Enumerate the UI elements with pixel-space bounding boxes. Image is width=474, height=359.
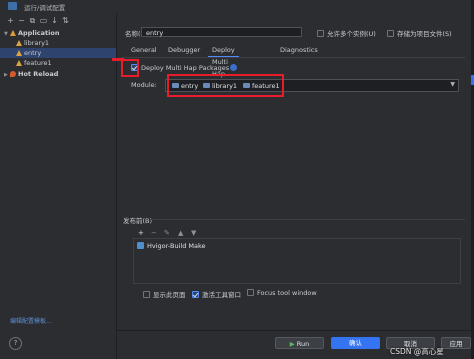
tree-item-entry[interactable]: entry <box>0 48 116 58</box>
save-icon[interactable]: ▭ <box>39 16 48 25</box>
chevron-down-icon[interactable]: ▼ <box>4 29 10 39</box>
sort-icon[interactable]: ⇅ <box>61 16 70 25</box>
module-label: Module: <box>131 81 157 89</box>
tree-item-feature1[interactable]: feature1 <box>16 58 116 68</box>
apply-button[interactable]: 应用 <box>441 337 471 349</box>
edit-icon[interactable]: ✎ <box>164 229 170 238</box>
tab-general[interactable]: General <box>127 44 161 56</box>
move-down-icon[interactable]: ▼ <box>191 229 196 238</box>
checkbox-box[interactable] <box>317 30 324 37</box>
module-icon <box>16 50 22 56</box>
add-icon[interactable]: + <box>6 16 15 25</box>
before-launch-title: 发布前(B) <box>123 217 153 225</box>
tab-divider <box>121 57 465 58</box>
chevron-down-icon[interactable]: ▼ <box>450 81 455 88</box>
before-launch-list: Hvigor-Build Make <box>133 238 461 284</box>
play-icon: ▶ <box>289 340 295 348</box>
harmony-app-icon <box>10 30 16 36</box>
window-title: 运行/调试配置 <box>24 4 66 12</box>
add-icon[interactable]: + <box>138 229 144 238</box>
highlight-arrow <box>112 58 124 61</box>
tab-diagnostics[interactable]: Diagnostics <box>276 44 322 56</box>
remove-icon[interactable]: − <box>17 16 26 25</box>
module-icon <box>16 40 22 46</box>
allow-parallel-checkbox[interactable]: 允许多个实例(U) <box>317 28 376 38</box>
flame-icon <box>10 71 16 77</box>
copy-icon[interactable]: ⧉ <box>28 16 37 25</box>
footer-divider <box>117 330 474 331</box>
list-item[interactable]: Hvigor-Build Make <box>137 242 206 250</box>
tree-item-library1[interactable]: library1 <box>16 38 116 48</box>
watermark: CSDN @高心星 <box>390 347 444 356</box>
run-button[interactable]: ▶ Run <box>275 337 324 349</box>
move-down-icon[interactable]: ↓ <box>50 16 59 25</box>
focus-tool-window-checkbox[interactable]: Focus tool window <box>247 289 317 297</box>
highlight-box-checkbox <box>121 59 139 77</box>
checkbox-box[interactable] <box>247 289 254 296</box>
store-project-file-checkbox[interactable]: 存储为项目文件(S) <box>387 28 452 38</box>
hvigor-icon <box>137 242 144 249</box>
tree-item-hot-reload[interactable]: ▶ Hot Reload <box>4 69 116 79</box>
name-field[interactable]: entry <box>141 27 302 37</box>
remove-icon[interactable]: − <box>151 229 157 238</box>
title-bar <box>0 0 474 13</box>
tab-debugger[interactable]: Debugger <box>164 44 204 56</box>
tree-item-application[interactable]: ▼ Application <box>4 28 116 38</box>
deploy-multi-hap-checkbox[interactable]: Deploy Multi Hap Packages <box>131 64 229 72</box>
highlight-box-modules <box>167 74 284 97</box>
show-page-checkbox[interactable]: 显示此页面 <box>143 289 186 299</box>
help-icon[interactable]: ? <box>9 337 22 350</box>
checkbox-box[interactable] <box>192 291 199 298</box>
info-icon[interactable] <box>230 64 237 71</box>
app-icon <box>8 2 17 10</box>
ok-button[interactable]: 确认 <box>331 337 380 349</box>
checkbox-box[interactable] <box>143 291 150 298</box>
edit-templates-link[interactable]: 编辑配置模板... <box>10 316 52 325</box>
activate-tool-window-checkbox[interactable]: 激活工具窗口 <box>192 289 241 299</box>
move-up-icon[interactable]: ▲ <box>178 229 183 238</box>
module-icon <box>16 60 22 66</box>
tab-deploy-multi-hap[interactable]: Deploy Multi Hap <box>208 44 239 78</box>
section-divider <box>150 219 465 220</box>
checkbox-box[interactable] <box>387 30 394 37</box>
